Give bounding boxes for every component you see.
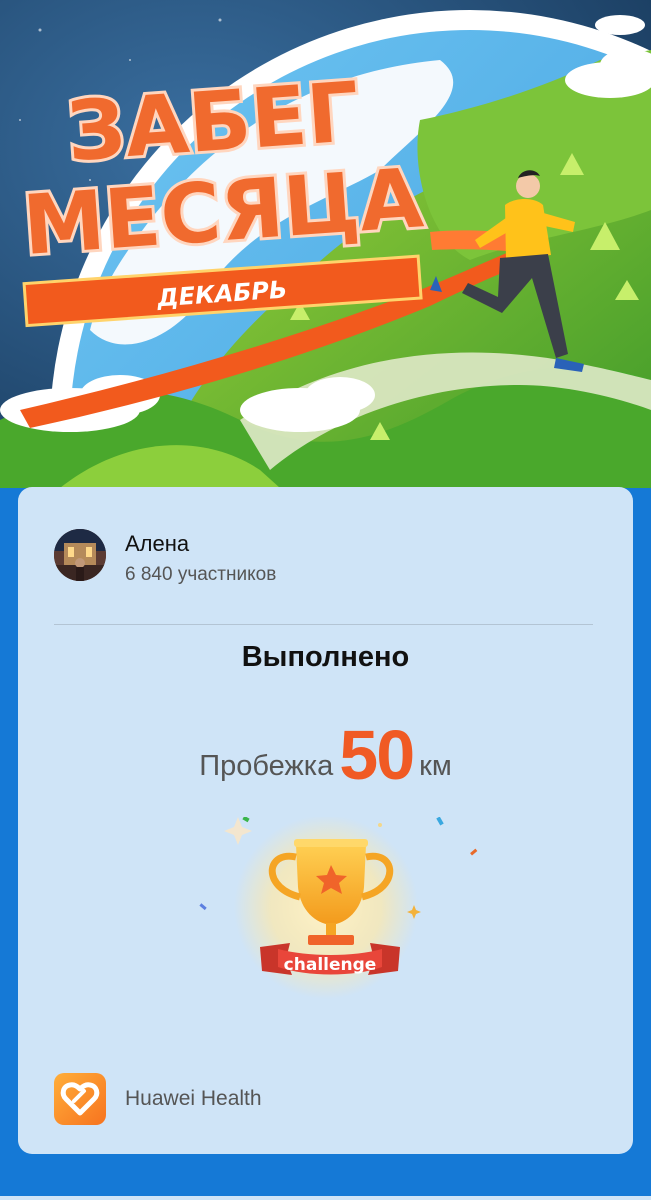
result-line: Пробежка50 км [18,715,633,795]
bottom-strip [0,1196,651,1200]
user-name: Алена [125,531,190,556]
completion-status: Выполнено [241,641,410,673]
avatar[interactable] [54,529,106,581]
divider [54,624,593,625]
participants-count: 6 840 участников [125,564,277,585]
huawei-health-icon [54,1073,106,1125]
activity-label: Пробежка [199,750,334,782]
avatar-photo-icon [54,529,106,581]
trophy-badge: challenge [168,815,488,1012]
challenge-badge-text: challenge [284,955,377,975]
result-card: Алена 6 840 участников Выполнено Пробежк… [18,487,633,1154]
challenge-banner: ЗАБЕГ МЕСЯЦА ДЕКАБРЬ [0,0,651,488]
app-name: Huawei Health [125,1087,262,1110]
distance-value: 50 [339,716,415,794]
trophy-icon: challenge [199,815,478,999]
banner-illustration: ЗАБЕГ МЕСЯЦА ДЕКАБРЬ [0,0,651,488]
distance-unit: км [419,750,452,782]
